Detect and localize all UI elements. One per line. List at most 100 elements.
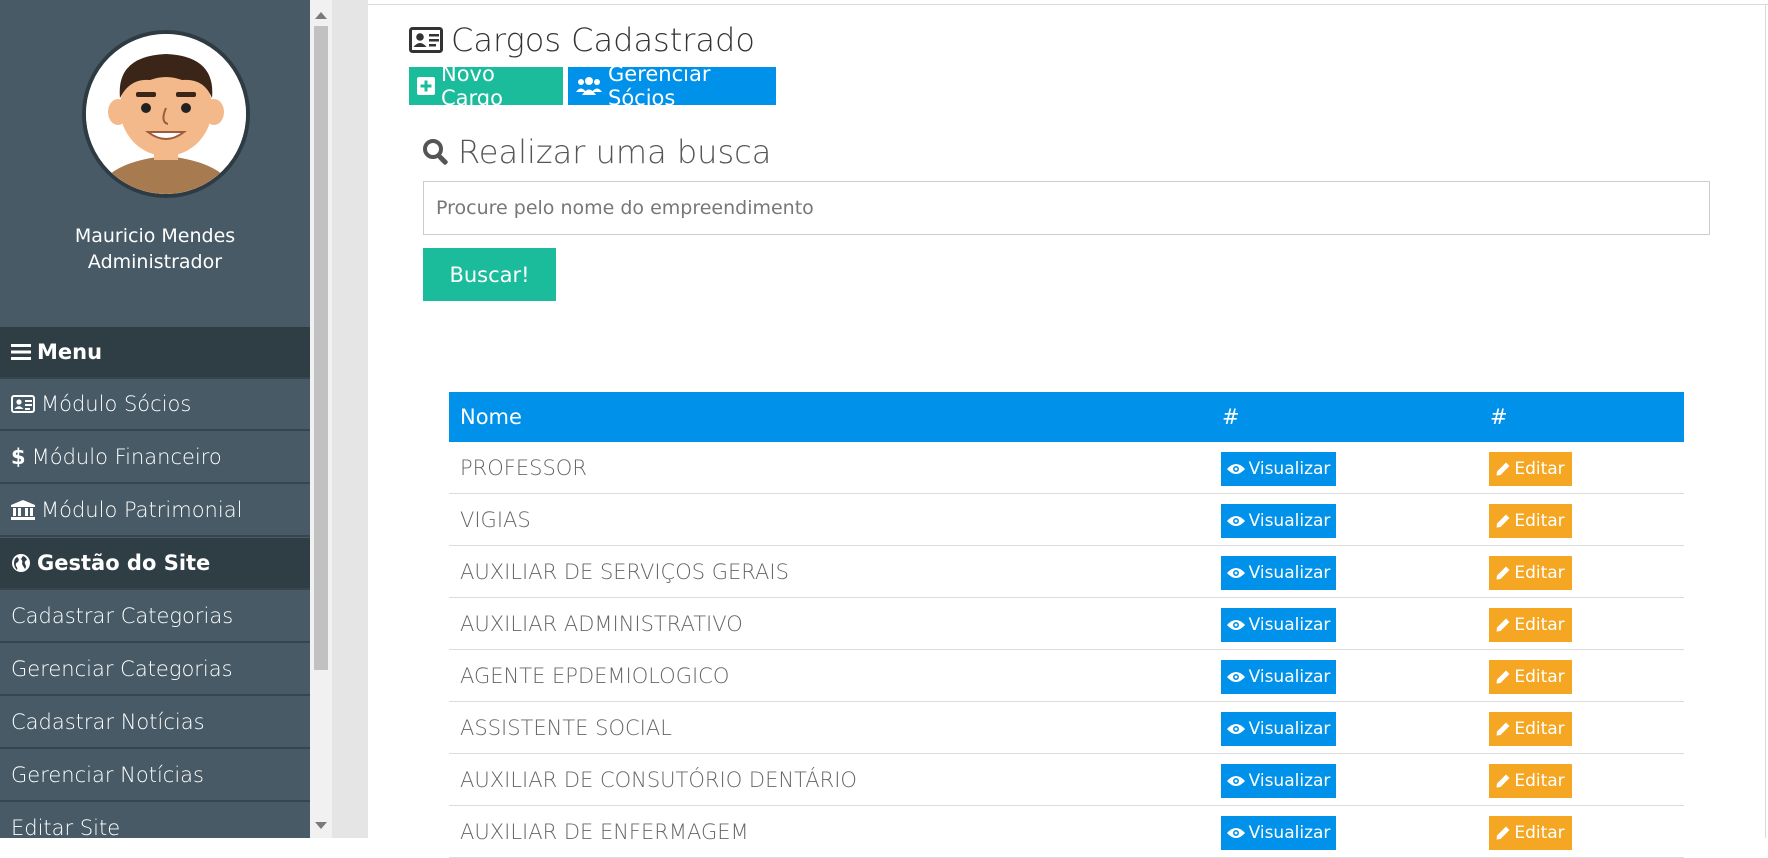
sidebar-item-modulo-socios[interactable]: Módulo Sócios bbox=[0, 379, 310, 431]
view-label: Visualizar bbox=[1248, 719, 1331, 739]
pencil-icon bbox=[1496, 618, 1510, 632]
pencil-icon bbox=[1496, 774, 1510, 788]
sidebar-item-gerenciar-noticias[interactable]: Gerenciar Notícias bbox=[0, 750, 310, 802]
sidebar-item-label: Cadastrar Notícias bbox=[11, 710, 205, 734]
edit-button[interactable]: Editar bbox=[1489, 764, 1572, 798]
view-label: Visualizar bbox=[1248, 667, 1331, 687]
edit-label: Editar bbox=[1514, 719, 1565, 739]
sidebar-item-cadastrar-noticias[interactable]: Cadastrar Notícias bbox=[0, 697, 310, 749]
cargo-name: AUXILIAR ADMINISTRATIVO bbox=[460, 611, 743, 636]
table-row: AUXILIAR DE SERVIÇOS GERAIS Visualizar E… bbox=[449, 546, 1684, 598]
edit-label: Editar bbox=[1514, 459, 1565, 479]
edit-button[interactable]: Editar bbox=[1489, 556, 1572, 590]
edit-label: Editar bbox=[1514, 771, 1565, 791]
view-button[interactable]: Visualizar bbox=[1221, 660, 1336, 694]
globe-icon bbox=[11, 553, 31, 573]
eye-icon bbox=[1226, 567, 1245, 579]
sidebar-item-label: Cadastrar Categorias bbox=[11, 604, 234, 628]
column-header-view: # bbox=[1222, 405, 1240, 429]
view-button[interactable]: Visualizar bbox=[1221, 608, 1336, 642]
new-cargo-label: Novo Cargo bbox=[441, 62, 503, 110]
view-button[interactable]: Visualizar bbox=[1221, 712, 1336, 746]
sidebar-item-label: Editar Site bbox=[11, 816, 121, 838]
cargo-name: PROFESSOR bbox=[460, 455, 587, 480]
sidebar-item-modulo-financeiro[interactable]: $ Módulo Financeiro bbox=[0, 432, 310, 484]
search-input[interactable] bbox=[423, 181, 1710, 235]
cargo-name: ASSISTENTE SOCIAL bbox=[460, 715, 672, 740]
pencil-icon bbox=[1496, 670, 1510, 684]
scroll-up-arrow-icon[interactable] bbox=[315, 12, 327, 19]
sidebar-item-modulo-patrimonial[interactable]: Módulo Patrimonial bbox=[0, 485, 310, 537]
sidebar-item-cadastrar-categorias[interactable]: Cadastrar Categorias bbox=[0, 591, 310, 643]
divider bbox=[368, 4, 1768, 5]
search-button[interactable]: Buscar! bbox=[423, 248, 556, 301]
user-role: Administrador bbox=[87, 251, 223, 273]
view-button[interactable]: Visualizar bbox=[1221, 504, 1336, 538]
table-row: PROFESSOR Visualizar Editar bbox=[449, 442, 1684, 494]
edit-button[interactable]: Editar bbox=[1489, 608, 1572, 642]
sidebar-item-label: Gerenciar Categorias bbox=[11, 657, 233, 681]
sidebar: Mauricio Mendes Administrador Menu Módul… bbox=[0, 0, 310, 838]
view-button[interactable]: Visualizar bbox=[1221, 764, 1336, 798]
user-name: Mauricio Mendes bbox=[74, 225, 236, 247]
bank-icon bbox=[11, 500, 35, 520]
edit-label: Editar bbox=[1514, 823, 1565, 843]
scroll-thumb[interactable] bbox=[314, 26, 328, 670]
scroll-down-arrow-icon[interactable] bbox=[315, 822, 327, 829]
edit-button[interactable]: Editar bbox=[1489, 504, 1572, 538]
avatar-illustration bbox=[86, 34, 246, 194]
avatar bbox=[82, 30, 250, 198]
sidebar-item-label: Módulo Sócios bbox=[41, 392, 192, 416]
edit-button[interactable]: Editar bbox=[1489, 712, 1572, 746]
edit-button[interactable]: Editar bbox=[1489, 660, 1572, 694]
view-label: Visualizar bbox=[1248, 511, 1331, 531]
sidebar-item-gerenciar-categorias[interactable]: Gerenciar Categorias bbox=[0, 644, 310, 696]
sidebar-item-label: Gerenciar Notícias bbox=[11, 763, 204, 787]
view-label: Visualizar bbox=[1248, 823, 1331, 843]
manage-socios-label: Gerenciar Sócios bbox=[608, 62, 711, 110]
view-button[interactable]: Visualizar bbox=[1221, 556, 1336, 590]
pencil-icon bbox=[1496, 462, 1510, 476]
sidebar-scrollbar[interactable] bbox=[310, 0, 332, 838]
eye-icon bbox=[1226, 671, 1245, 683]
search-title: Realizar uma busca bbox=[422, 132, 771, 172]
edit-button[interactable]: Editar bbox=[1489, 452, 1572, 486]
table-row: AUXILIAR ADMINISTRATIVO Visualizar Edita… bbox=[449, 598, 1684, 650]
sidebar-item-editar-site[interactable]: Editar Site bbox=[0, 803, 310, 838]
pencil-icon bbox=[1496, 514, 1510, 528]
table-row: AGENTE EPDEMIOLOGICO Visualizar Editar bbox=[449, 650, 1684, 702]
eye-icon bbox=[1226, 463, 1245, 475]
edit-label: Editar bbox=[1514, 667, 1565, 687]
cargo-name: AUXILIAR DE ENFERMAGEM bbox=[460, 819, 749, 844]
eye-icon bbox=[1226, 775, 1245, 787]
view-button[interactable]: Visualizar bbox=[1221, 452, 1336, 486]
table-row: AUXILIAR DE ENFERMAGEM Visualizar Editar bbox=[449, 806, 1684, 858]
pencil-icon bbox=[1496, 566, 1510, 580]
sidebar-item-label: Módulo Patrimonial bbox=[41, 498, 243, 522]
eye-icon bbox=[1226, 827, 1245, 839]
plus-square-icon bbox=[417, 77, 435, 95]
content-gutter bbox=[332, 0, 368, 838]
eye-icon bbox=[1226, 619, 1245, 631]
edit-button[interactable]: Editar bbox=[1489, 816, 1572, 850]
view-label: Visualizar bbox=[1248, 459, 1331, 479]
manage-socios-button[interactable]: Gerenciar Sócios bbox=[568, 62, 776, 110]
column-header-nome: Nome bbox=[460, 405, 522, 429]
sidebar-header-gestao-do-site[interactable]: Gestão do Site bbox=[0, 538, 310, 590]
sidebar-header-menu[interactable]: Menu bbox=[0, 327, 310, 379]
column-header-edit: # bbox=[1490, 405, 1508, 429]
sidebar-item-label: Menu bbox=[37, 340, 103, 364]
divider bbox=[1765, 4, 1766, 838]
cargo-name: AUXILIAR DE CONSUTÓRIO DENTÁRIO bbox=[460, 767, 857, 792]
edit-label: Editar bbox=[1514, 511, 1565, 531]
pencil-icon bbox=[1496, 722, 1510, 736]
sidebar-item-label: Gestão do Site bbox=[37, 551, 211, 575]
new-cargo-button[interactable]: Novo Cargo bbox=[409, 62, 563, 110]
table-header: Nome # # bbox=[449, 392, 1684, 442]
table-row: VIGIAS Visualizar Editar bbox=[449, 494, 1684, 546]
search-title-text: Realizar uma busca bbox=[458, 133, 772, 171]
view-label: Visualizar bbox=[1248, 771, 1331, 791]
cargo-name: AGENTE EPDEMIOLOGICO bbox=[460, 663, 730, 688]
view-button[interactable]: Visualizar bbox=[1221, 816, 1336, 850]
cargo-name: AUXILIAR DE SERVIÇOS GERAIS bbox=[460, 559, 789, 584]
